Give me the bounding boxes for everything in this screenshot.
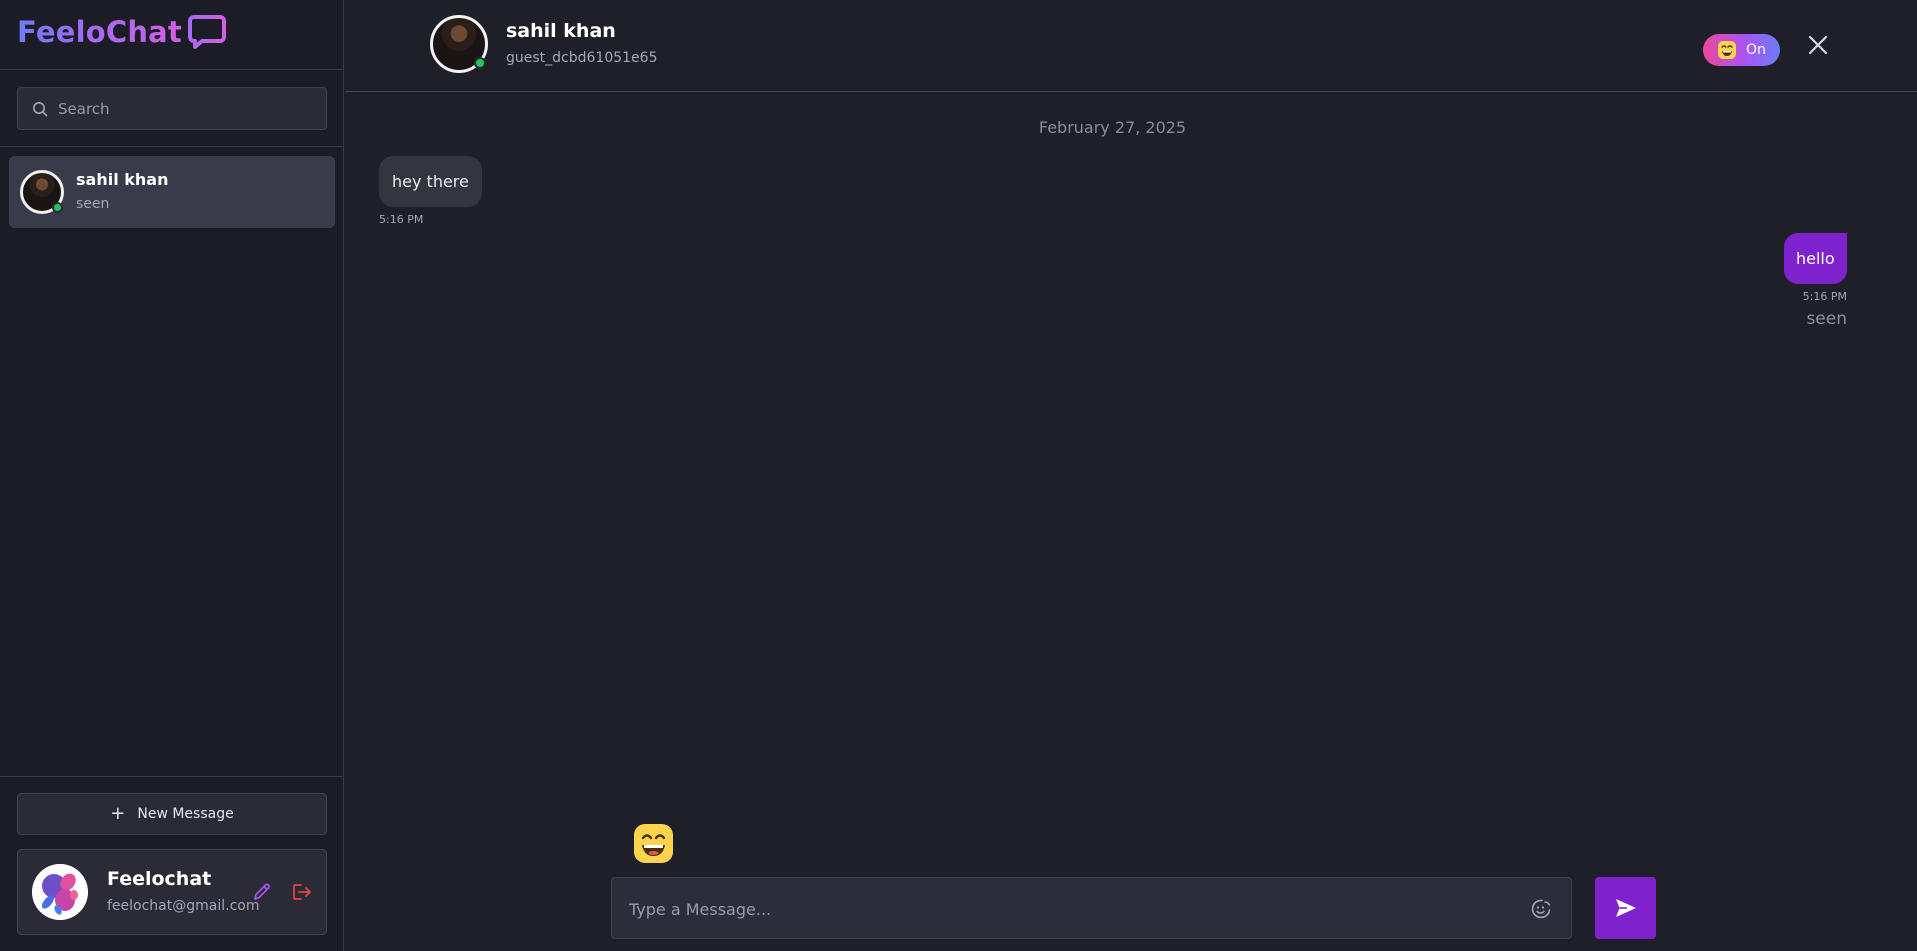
new-message-button[interactable]: + New Message bbox=[17, 793, 327, 835]
emoji-picker-icon[interactable] bbox=[1530, 898, 1552, 920]
close-icon[interactable] bbox=[1807, 34, 1829, 56]
chat-contact-username: guest_dcbd61051e65 bbox=[506, 50, 658, 66]
search-box[interactable] bbox=[17, 87, 327, 130]
logout-icon[interactable] bbox=[292, 883, 312, 901]
sidebar-divider bbox=[0, 146, 344, 147]
online-indicator bbox=[52, 202, 63, 213]
date-separator: February 27, 2025 bbox=[1038, 118, 1187, 137]
online-indicator bbox=[474, 57, 486, 69]
pencil-icon[interactable] bbox=[252, 882, 272, 902]
profile-name: Feelochat bbox=[107, 868, 212, 890]
conversation-item[interactable]: sahil khan seen bbox=[9, 156, 335, 228]
mood-toggle-label: On bbox=[1746, 42, 1766, 58]
send-icon bbox=[1615, 899, 1636, 917]
search-icon bbox=[33, 101, 48, 116]
profile-avatar-art bbox=[32, 864, 88, 920]
brand-logo: FeeloChat bbox=[17, 12, 226, 52]
mood-toggle[interactable]: On bbox=[1703, 34, 1780, 66]
chat-contact-name: sahil khan bbox=[506, 20, 616, 42]
brand-name: FeeloChat bbox=[17, 15, 182, 49]
new-message-label: New Message bbox=[137, 806, 234, 822]
chat-header: sahil khan guest_dcbd61051e65 On bbox=[345, 0, 1917, 92]
outgoing-message: hello bbox=[1784, 233, 1847, 284]
grin-emoji-icon bbox=[1718, 41, 1736, 59]
sidebar-divider bbox=[0, 776, 344, 777]
search-input[interactable] bbox=[58, 99, 298, 118]
conversation-status: seen bbox=[76, 196, 110, 212]
message-seen-status: seen bbox=[1806, 309, 1847, 329]
send-button[interactable] bbox=[1595, 877, 1656, 939]
chat-bubble-icon bbox=[188, 15, 226, 49]
message-composer bbox=[611, 877, 1572, 939]
message-time: 5:16 PM bbox=[1802, 290, 1847, 303]
message-input[interactable] bbox=[629, 896, 1509, 922]
message-time: 5:16 PM bbox=[379, 213, 424, 226]
sidebar-divider bbox=[0, 69, 344, 70]
profile-avatar[interactable] bbox=[32, 864, 88, 920]
chat-avatar[interactable] bbox=[430, 15, 488, 73]
conversation-name: sahil khan bbox=[76, 170, 169, 189]
plus-icon: + bbox=[110, 803, 126, 824]
profile-email: feelochat@gmail.com bbox=[107, 898, 260, 914]
grin-emoji-icon[interactable] bbox=[633, 823, 674, 864]
sidebar: FeeloChat sahil bbox=[0, 0, 344, 951]
avatar bbox=[20, 170, 64, 214]
profile-card: Feelochat feelochat@gmail.com bbox=[17, 849, 327, 935]
incoming-message: hey there bbox=[379, 156, 482, 207]
app-root: FeeloChat sahil bbox=[0, 0, 1917, 951]
chat-panel: sahil khan guest_dcbd61051e65 On Februar… bbox=[345, 0, 1917, 951]
